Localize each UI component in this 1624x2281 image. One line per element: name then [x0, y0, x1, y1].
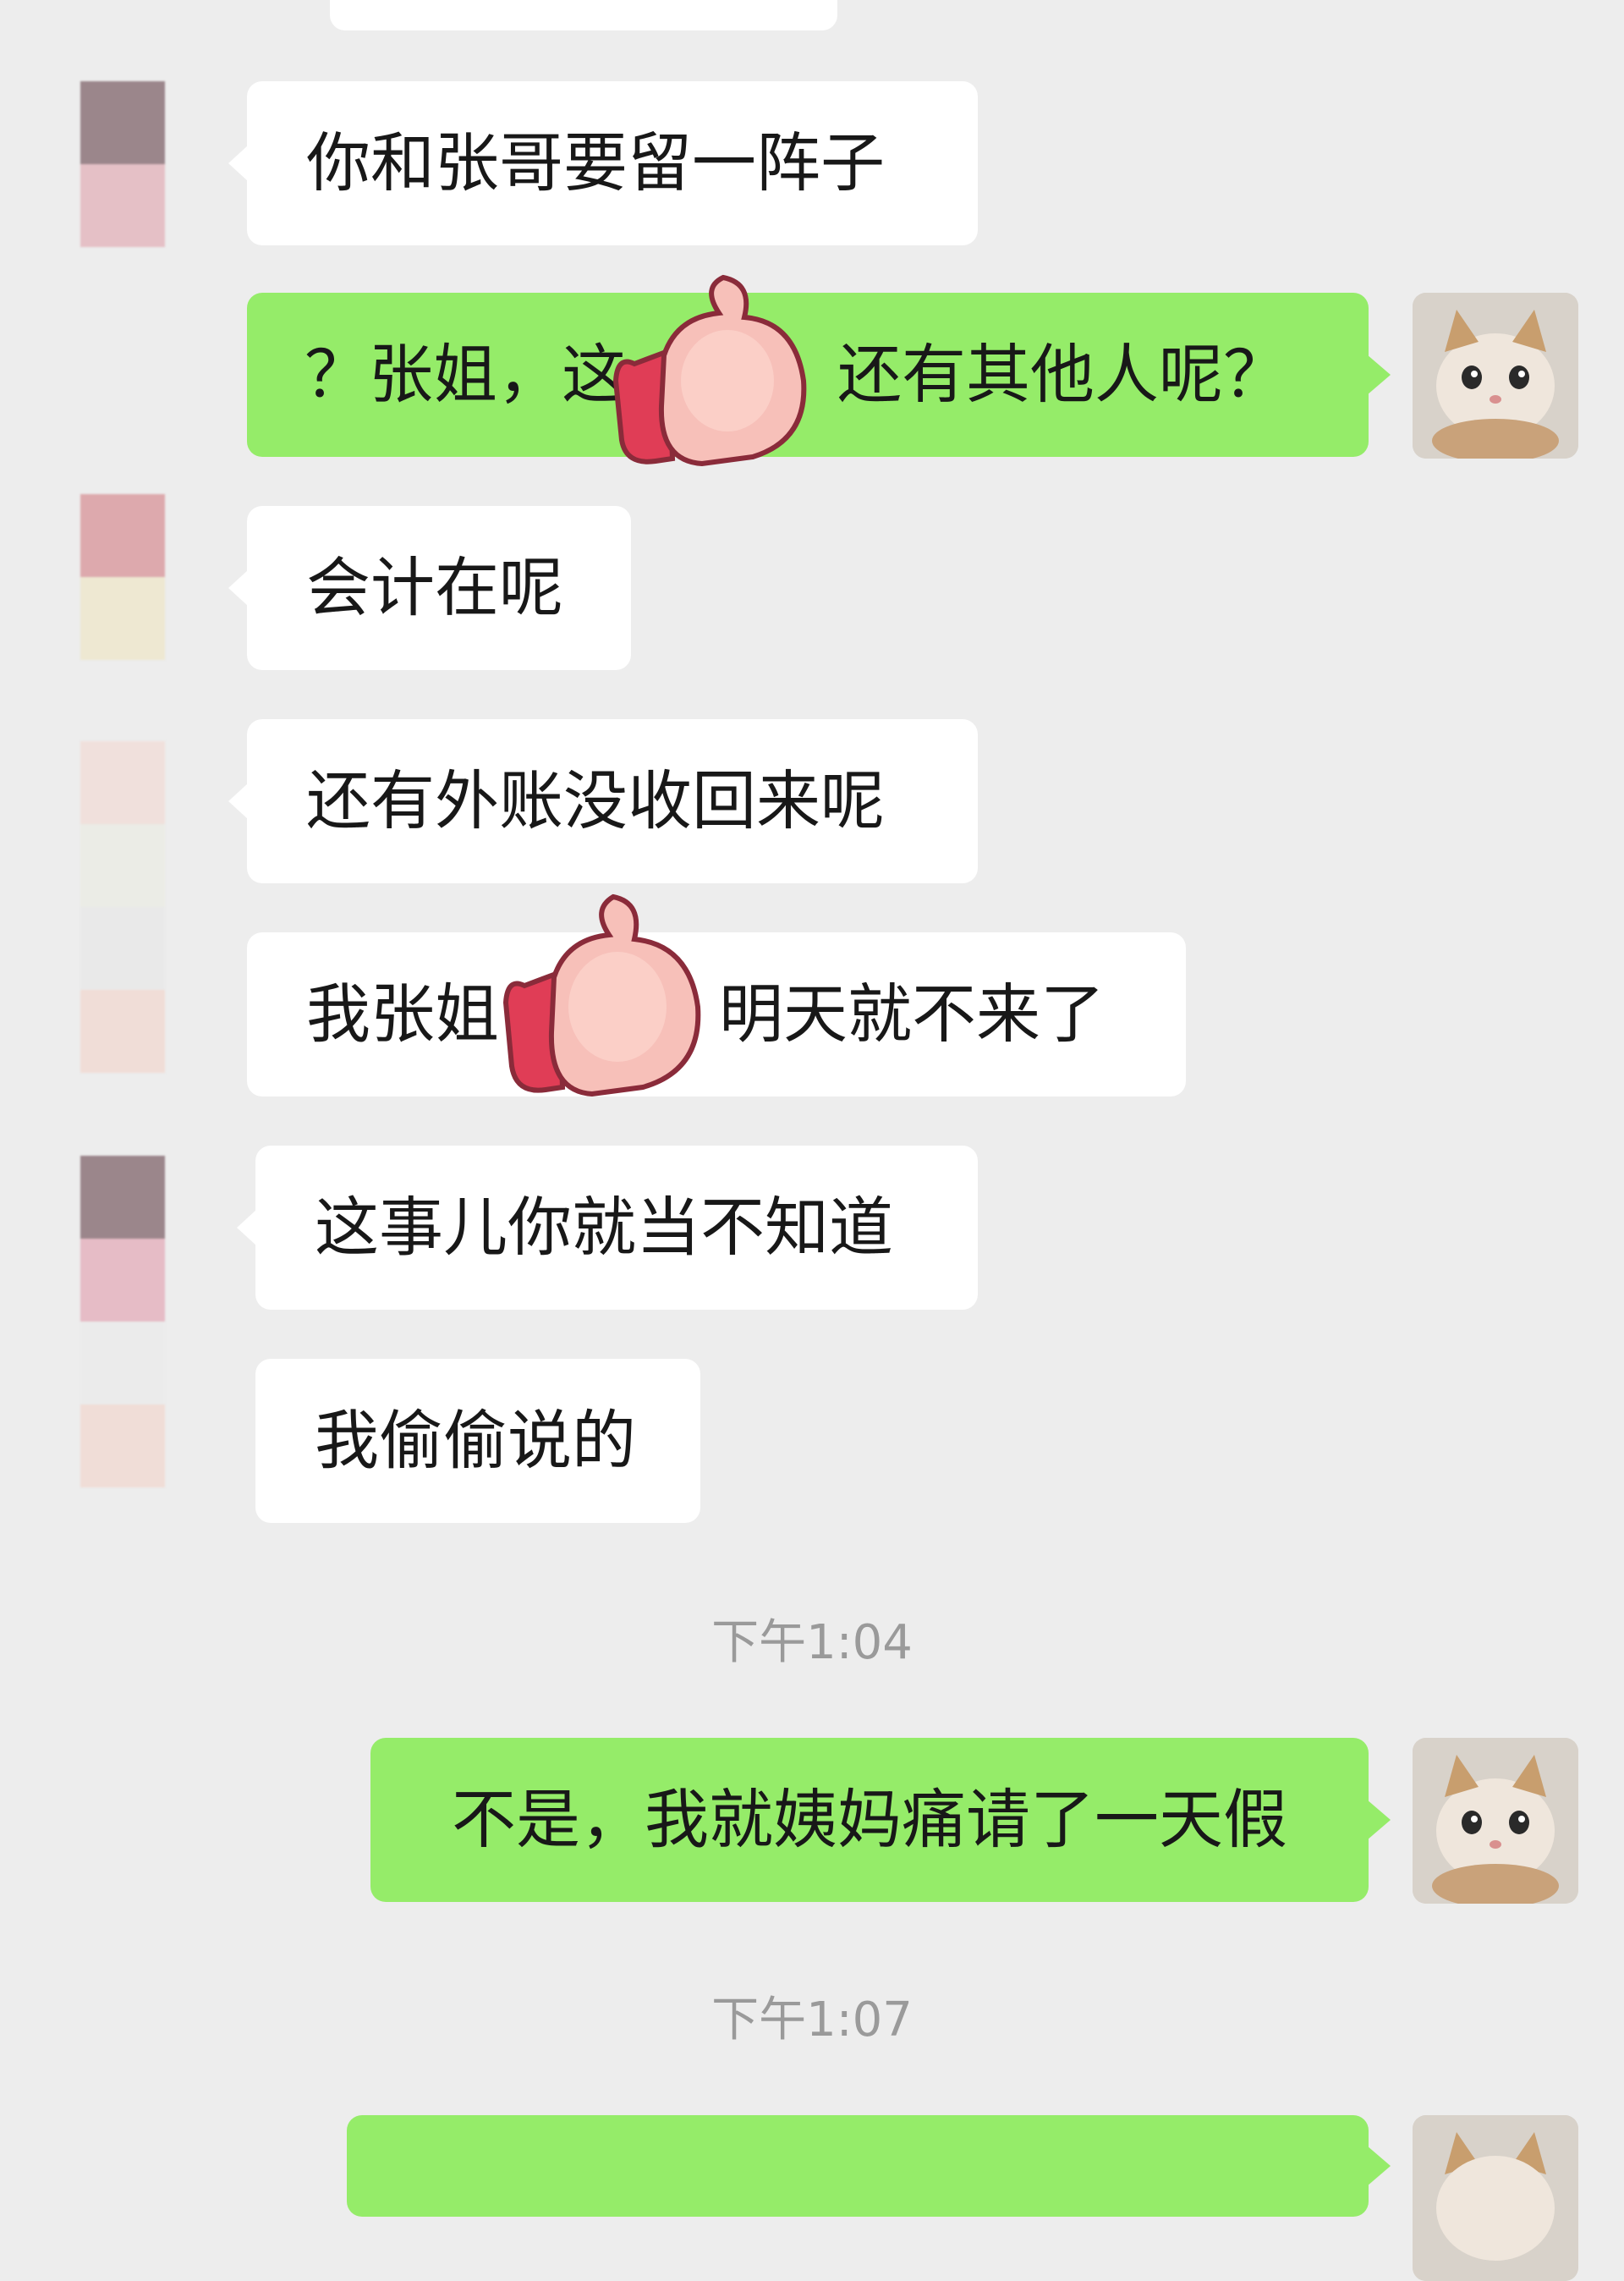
contact-avatar-blurred[interactable]: [80, 1156, 165, 1487]
message-text: 我偷偷说的: [315, 1403, 636, 1478]
cat-avatar-icon: [1413, 1738, 1578, 1904]
message-timestamp: 下午1:07: [711, 1992, 913, 2047]
contact-avatar-blurred[interactable]: [80, 494, 165, 660]
message-text: 这事儿你就当不知道: [315, 1190, 893, 1265]
message-bubble-incoming[interactable]: 还有外账没收回来呢: [228, 719, 978, 883]
thumbs-up-sticker-icon: [502, 893, 701, 1097]
contact-avatar-blurred[interactable]: [80, 741, 165, 1073]
message-bubble-incoming[interactable]: 我偷偷说的: [255, 1359, 700, 1523]
message-text: 我张姐: [306, 976, 499, 1052]
thumbs-up-sticker-icon: [612, 274, 807, 467]
partial-message-bubble[interactable]: [330, 0, 837, 30]
message-bubble-incoming[interactable]: 你和张哥要留一阵子: [228, 81, 978, 245]
contact-avatar-blurred[interactable]: [80, 81, 165, 247]
message-bubble-incoming[interactable]: 会计在呢: [228, 506, 631, 670]
message-text: 还有外账没收回来呢: [306, 763, 885, 838]
message-bubble-outgoing[interactable]: 不是，我就姨妈痛请了一天假: [370, 1738, 1391, 1902]
my-avatar-cat[interactable]: [1413, 1738, 1578, 1904]
my-avatar-cat[interactable]: [1413, 293, 1578, 459]
message-text: 不是，我就姨妈痛请了一天假: [452, 1782, 1287, 1857]
message-timestamp: 下午1:04: [711, 1615, 913, 1670]
my-avatar-cat[interactable]: [1413, 2115, 1578, 2281]
cat-avatar-icon: [1413, 293, 1578, 459]
message-text: 明天就不来了: [719, 976, 1105, 1052]
message-text: 会计在呢: [306, 550, 563, 625]
message-text: 还有其他人呢？: [837, 337, 1287, 412]
message-text: ？张姐，: [304, 337, 562, 412]
cat-avatar-icon: [1413, 2115, 1578, 2281]
message-text: 你和张哥要留一阵子: [306, 125, 885, 201]
message-bubble-outgoing-partial[interactable]: [347, 2115, 1391, 2217]
message-bubble-incoming[interactable]: 这事儿你就当不知道: [237, 1146, 978, 1310]
